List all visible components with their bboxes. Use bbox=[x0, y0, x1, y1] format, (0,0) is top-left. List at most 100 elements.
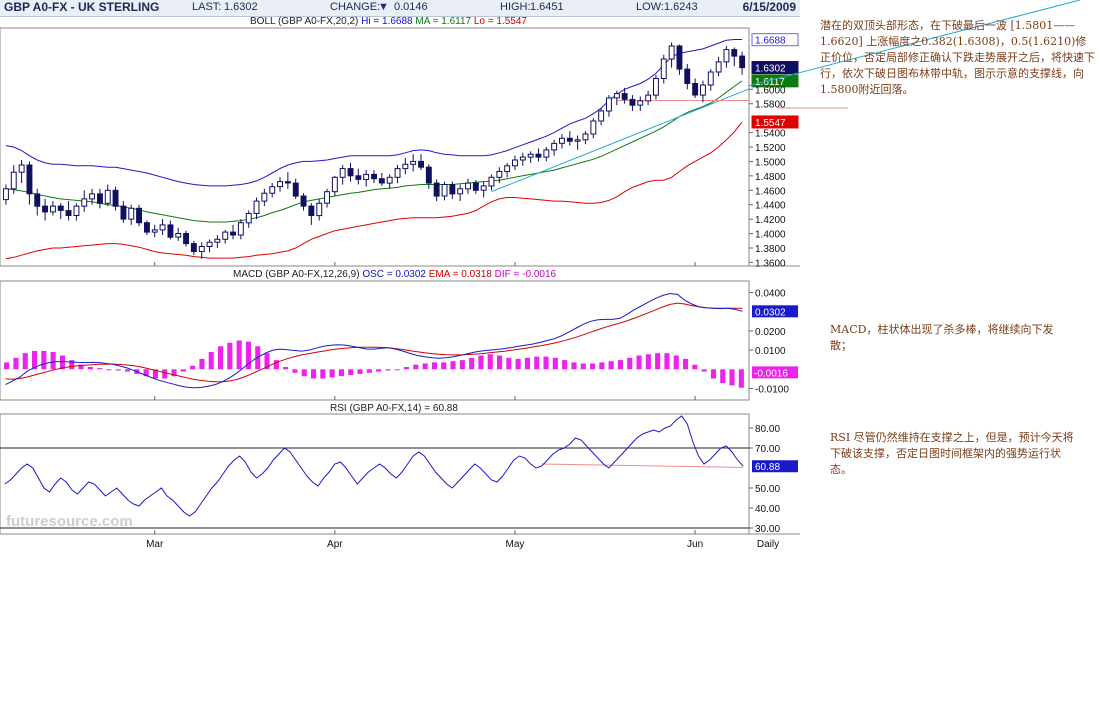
candle-body bbox=[198, 246, 205, 252]
candle-body bbox=[175, 233, 182, 238]
histogram-bar bbox=[320, 369, 326, 379]
histogram-bar bbox=[208, 352, 214, 370]
histogram-bar bbox=[236, 340, 242, 370]
candle-body bbox=[277, 181, 284, 188]
boll-y-tick-label: 1.6000 bbox=[755, 85, 786, 96]
candle-body bbox=[97, 193, 103, 204]
watermark-text: futuresource.com bbox=[6, 513, 133, 530]
x-tick-label: Jun bbox=[687, 539, 703, 550]
candle-body bbox=[559, 137, 565, 144]
candle-body bbox=[519, 156, 526, 161]
histogram-bar bbox=[301, 369, 307, 377]
boll-y-tick-label: 1.5200 bbox=[755, 143, 786, 154]
histogram-bar bbox=[366, 369, 372, 373]
histogram-bar bbox=[664, 353, 670, 370]
boll-last-value-label: 1.6302 bbox=[755, 64, 786, 75]
candle-body bbox=[371, 173, 378, 180]
histogram-bar bbox=[385, 369, 391, 371]
boll-y-tick-label: 1.5800 bbox=[755, 100, 786, 111]
histogram-bar bbox=[562, 360, 568, 370]
chart-window: GBP A0-FX - UK STERLING LAST: 1.6302 CHA… bbox=[0, 0, 800, 552]
rsi-last-label: 60.88 bbox=[755, 462, 780, 473]
histogram-bar bbox=[552, 357, 558, 370]
histogram-bar bbox=[394, 369, 400, 371]
candle-body bbox=[386, 176, 393, 184]
candle-body bbox=[81, 198, 88, 207]
candle-body bbox=[731, 49, 738, 57]
histogram-bar bbox=[534, 356, 540, 370]
candle-body bbox=[308, 205, 315, 217]
candle-body bbox=[89, 193, 95, 200]
candle-body bbox=[18, 164, 25, 173]
histogram-bar bbox=[13, 357, 19, 370]
candle-body bbox=[3, 188, 9, 201]
candle-body bbox=[465, 182, 472, 190]
candle-body bbox=[237, 222, 244, 236]
histogram-bar bbox=[524, 357, 530, 370]
rsi-commentary: RSI 尽管仍然维持在支撑之上，但是，预计今天将下破该支撑，否定日图时间框架内的… bbox=[830, 431, 1074, 476]
candle-body bbox=[441, 184, 448, 197]
candle-body bbox=[394, 168, 401, 178]
histogram-bar bbox=[50, 352, 56, 370]
histogram-bar bbox=[125, 369, 131, 372]
histogram-bar bbox=[190, 365, 196, 370]
histogram-bar bbox=[720, 369, 726, 384]
boll-y-tick-label: 1.4600 bbox=[755, 186, 786, 197]
candle-body bbox=[65, 210, 72, 216]
boll-plot-frame bbox=[0, 27, 750, 267]
histogram-bar bbox=[617, 360, 623, 370]
candle-body bbox=[355, 175, 362, 180]
candle-body bbox=[253, 200, 260, 214]
histogram-bar bbox=[450, 361, 456, 370]
candle-body bbox=[104, 189, 111, 204]
candle-body bbox=[26, 164, 33, 195]
candle-body bbox=[222, 231, 229, 240]
x-tick-label: May bbox=[506, 539, 525, 550]
histogram-bar bbox=[729, 369, 735, 386]
candle-body bbox=[151, 229, 158, 233]
candle-body bbox=[543, 149, 550, 158]
rsi-y-tick-label: 30.00 bbox=[755, 524, 780, 535]
histogram-bar bbox=[599, 362, 605, 370]
histogram-bar bbox=[580, 363, 586, 370]
candle-body bbox=[261, 192, 268, 202]
histogram-bar bbox=[431, 362, 437, 370]
histogram-bar bbox=[738, 369, 744, 388]
candle-body bbox=[230, 231, 237, 236]
candle-body bbox=[347, 168, 354, 177]
rsi-y-tick-label: 70.00 bbox=[755, 444, 780, 455]
histogram-bar bbox=[710, 369, 716, 379]
candle-body bbox=[488, 176, 495, 187]
candle-body bbox=[660, 58, 667, 79]
histogram-bar bbox=[180, 369, 186, 372]
candle-body bbox=[245, 212, 252, 224]
candle-body bbox=[598, 110, 605, 122]
x-interval-label: Daily bbox=[757, 539, 779, 550]
histogram-bar bbox=[376, 369, 382, 372]
candle-body bbox=[723, 49, 730, 63]
macd-y-tick-label: 0.0200 bbox=[755, 327, 786, 338]
candle-body bbox=[684, 68, 691, 84]
histogram-bar bbox=[571, 362, 577, 370]
candle-body bbox=[527, 153, 534, 158]
histogram-bar bbox=[199, 358, 205, 370]
candle-body bbox=[480, 185, 487, 191]
boll-y-tick-label: 1.5400 bbox=[755, 129, 786, 140]
candle-body bbox=[472, 182, 479, 191]
candle-body bbox=[34, 193, 41, 207]
macd-y-tick-label: -0.0100 bbox=[755, 384, 789, 395]
histogram-bar bbox=[106, 369, 112, 371]
histogram-bar bbox=[543, 356, 549, 370]
histogram-bar bbox=[683, 358, 689, 370]
histogram-bar bbox=[348, 369, 354, 376]
candle-body bbox=[692, 83, 699, 96]
candle-body bbox=[136, 207, 143, 224]
candle-body bbox=[425, 166, 432, 184]
candle-body bbox=[284, 181, 291, 184]
candle-body bbox=[645, 94, 652, 102]
histogram-bar bbox=[41, 350, 47, 370]
histogram-bar bbox=[506, 357, 512, 370]
histogram-bar bbox=[478, 355, 484, 370]
x-tick-label: Mar bbox=[146, 539, 164, 550]
histogram-bar bbox=[338, 369, 344, 377]
